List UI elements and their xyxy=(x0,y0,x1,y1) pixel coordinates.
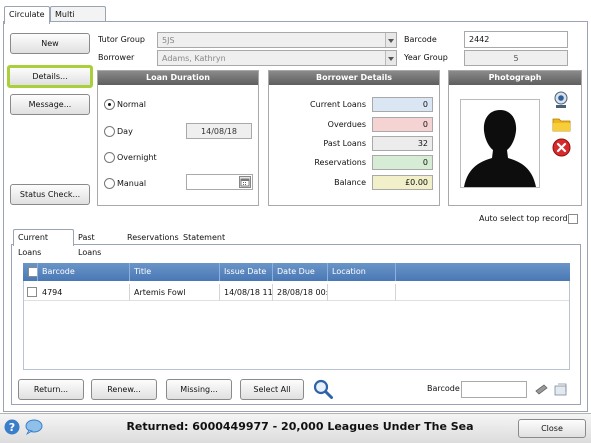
overnight-label: Overnight xyxy=(117,153,157,162)
tutor-group-combo[interactable]: 5JS xyxy=(157,32,397,48)
barcode-input[interactable]: 2442 xyxy=(464,31,568,48)
grid-header-location[interactable]: Location xyxy=(328,263,396,281)
borrower-detail-value: 0 xyxy=(372,117,433,132)
bottom-barcode-label: Barcode xyxy=(427,384,460,393)
main-tabbar: Circulate Multi Return xyxy=(2,2,589,34)
borrower-detail-label: Past Loans xyxy=(323,139,366,148)
chevron-down-icon[interactable] xyxy=(385,51,396,65)
borrower-detail-value: 0 xyxy=(372,97,433,112)
tab-reservations[interactable]: Reservations xyxy=(123,230,179,247)
webcam-icon[interactable] xyxy=(553,91,569,109)
year-group-field: 5 xyxy=(464,50,568,66)
renew-button[interactable]: Renew... xyxy=(91,379,157,400)
manual-date-input[interactable] xyxy=(186,174,253,190)
chat-icon[interactable] xyxy=(25,419,43,436)
borrower-detail-label: Balance xyxy=(334,178,366,187)
barcode-label: Barcode xyxy=(404,35,437,44)
tab-statement[interactable]: Statement xyxy=(179,230,229,247)
row-checkbox[interactable] xyxy=(27,287,37,297)
grid-header-barcode[interactable]: Barcode xyxy=(38,263,130,281)
borrower-detail-value: 0 xyxy=(372,155,433,170)
borrower-value: Adams, Kathryn xyxy=(162,54,226,63)
borrower-photo xyxy=(460,99,540,188)
export-icon[interactable] xyxy=(554,382,568,396)
select-all-button[interactable]: Select All xyxy=(240,379,304,400)
cell-date-due: 28/08/18 00: xyxy=(273,284,328,301)
chevron-down-icon[interactable] xyxy=(385,33,396,47)
normal-label: Normal xyxy=(117,100,146,109)
day-date-field: 14/08/18 xyxy=(186,123,252,139)
help-icon[interactable]: ? xyxy=(4,419,20,435)
borrower-label: Borrower xyxy=(98,53,135,62)
cell-title: Artemis Fowl xyxy=(130,284,220,301)
auto-select-checkbox[interactable] xyxy=(568,214,578,224)
cell-barcode: 4794 xyxy=(38,284,130,301)
overnight-radio[interactable] xyxy=(104,152,115,163)
borrower-combo[interactable]: Adams, Kathryn xyxy=(157,50,397,66)
new-button[interactable]: New xyxy=(10,33,90,54)
return-button[interactable]: Return... xyxy=(18,379,84,400)
tab-past-loans[interactable]: Past Loans xyxy=(74,230,123,257)
message-button[interactable]: Message... xyxy=(10,94,90,115)
tab-circulate[interactable]: Circulate xyxy=(4,6,50,24)
close-button[interactable]: Close xyxy=(518,419,586,438)
loans-grid-header: Barcode Title Issue Date Date Due Locati… xyxy=(23,263,570,281)
day-label: Day xyxy=(117,127,133,136)
folder-icon[interactable] xyxy=(552,116,571,132)
borrower-details-title: Borrower Details xyxy=(269,71,439,85)
missing-button[interactable]: Missing... xyxy=(166,379,232,400)
borrower-detail-label: Overdues xyxy=(327,120,366,129)
grid-header-issue-date[interactable]: Issue Date xyxy=(220,263,273,281)
year-group-label: Year Group xyxy=(404,53,448,62)
grid-header-check xyxy=(23,263,38,281)
status-message: Returned: 6000449977 - 20,000 Leagues Un… xyxy=(126,420,474,433)
manual-radio[interactable] xyxy=(104,178,115,189)
scanner-icon[interactable] xyxy=(535,382,548,395)
borrower-detail-label: Current Loans xyxy=(310,100,366,109)
borrower-detail-value: 32 xyxy=(372,136,433,151)
normal-radio[interactable] xyxy=(104,99,115,110)
grid-header-title[interactable]: Title xyxy=(130,263,220,281)
delete-icon[interactable] xyxy=(552,138,571,157)
tab-current-loans[interactable]: Current Loans xyxy=(13,229,74,257)
details-button[interactable]: Details... xyxy=(7,65,93,88)
manual-label: Manual xyxy=(117,179,147,188)
status-check-button[interactable]: Status Check... xyxy=(10,184,90,205)
day-radio[interactable] xyxy=(104,126,115,137)
loan-duration-title: Loan Duration xyxy=(98,71,258,85)
grid-header-date-due[interactable]: Date Due xyxy=(273,263,328,281)
cell-issue-date: 14/08/18 11: xyxy=(220,284,273,301)
bottom-barcode-input[interactable] xyxy=(461,381,527,398)
search-icon[interactable] xyxy=(312,378,334,400)
auto-select-label: Auto select top record? xyxy=(479,214,572,223)
borrower-detail-value: £0.00 xyxy=(372,175,433,190)
table-row[interactable]: 4794 Artemis Fowl 14/08/18 11: 28/08/18 … xyxy=(24,284,569,301)
borrower-detail-label: Reservations xyxy=(314,158,366,167)
calendar-icon[interactable] xyxy=(239,176,251,188)
tutor-group-label: Tutor Group xyxy=(98,35,145,44)
photograph-title: Photograph xyxy=(449,71,581,85)
cell-location xyxy=(328,284,396,301)
tutor-group-value: 5JS xyxy=(162,36,175,45)
svg-text:?: ? xyxy=(9,421,15,434)
